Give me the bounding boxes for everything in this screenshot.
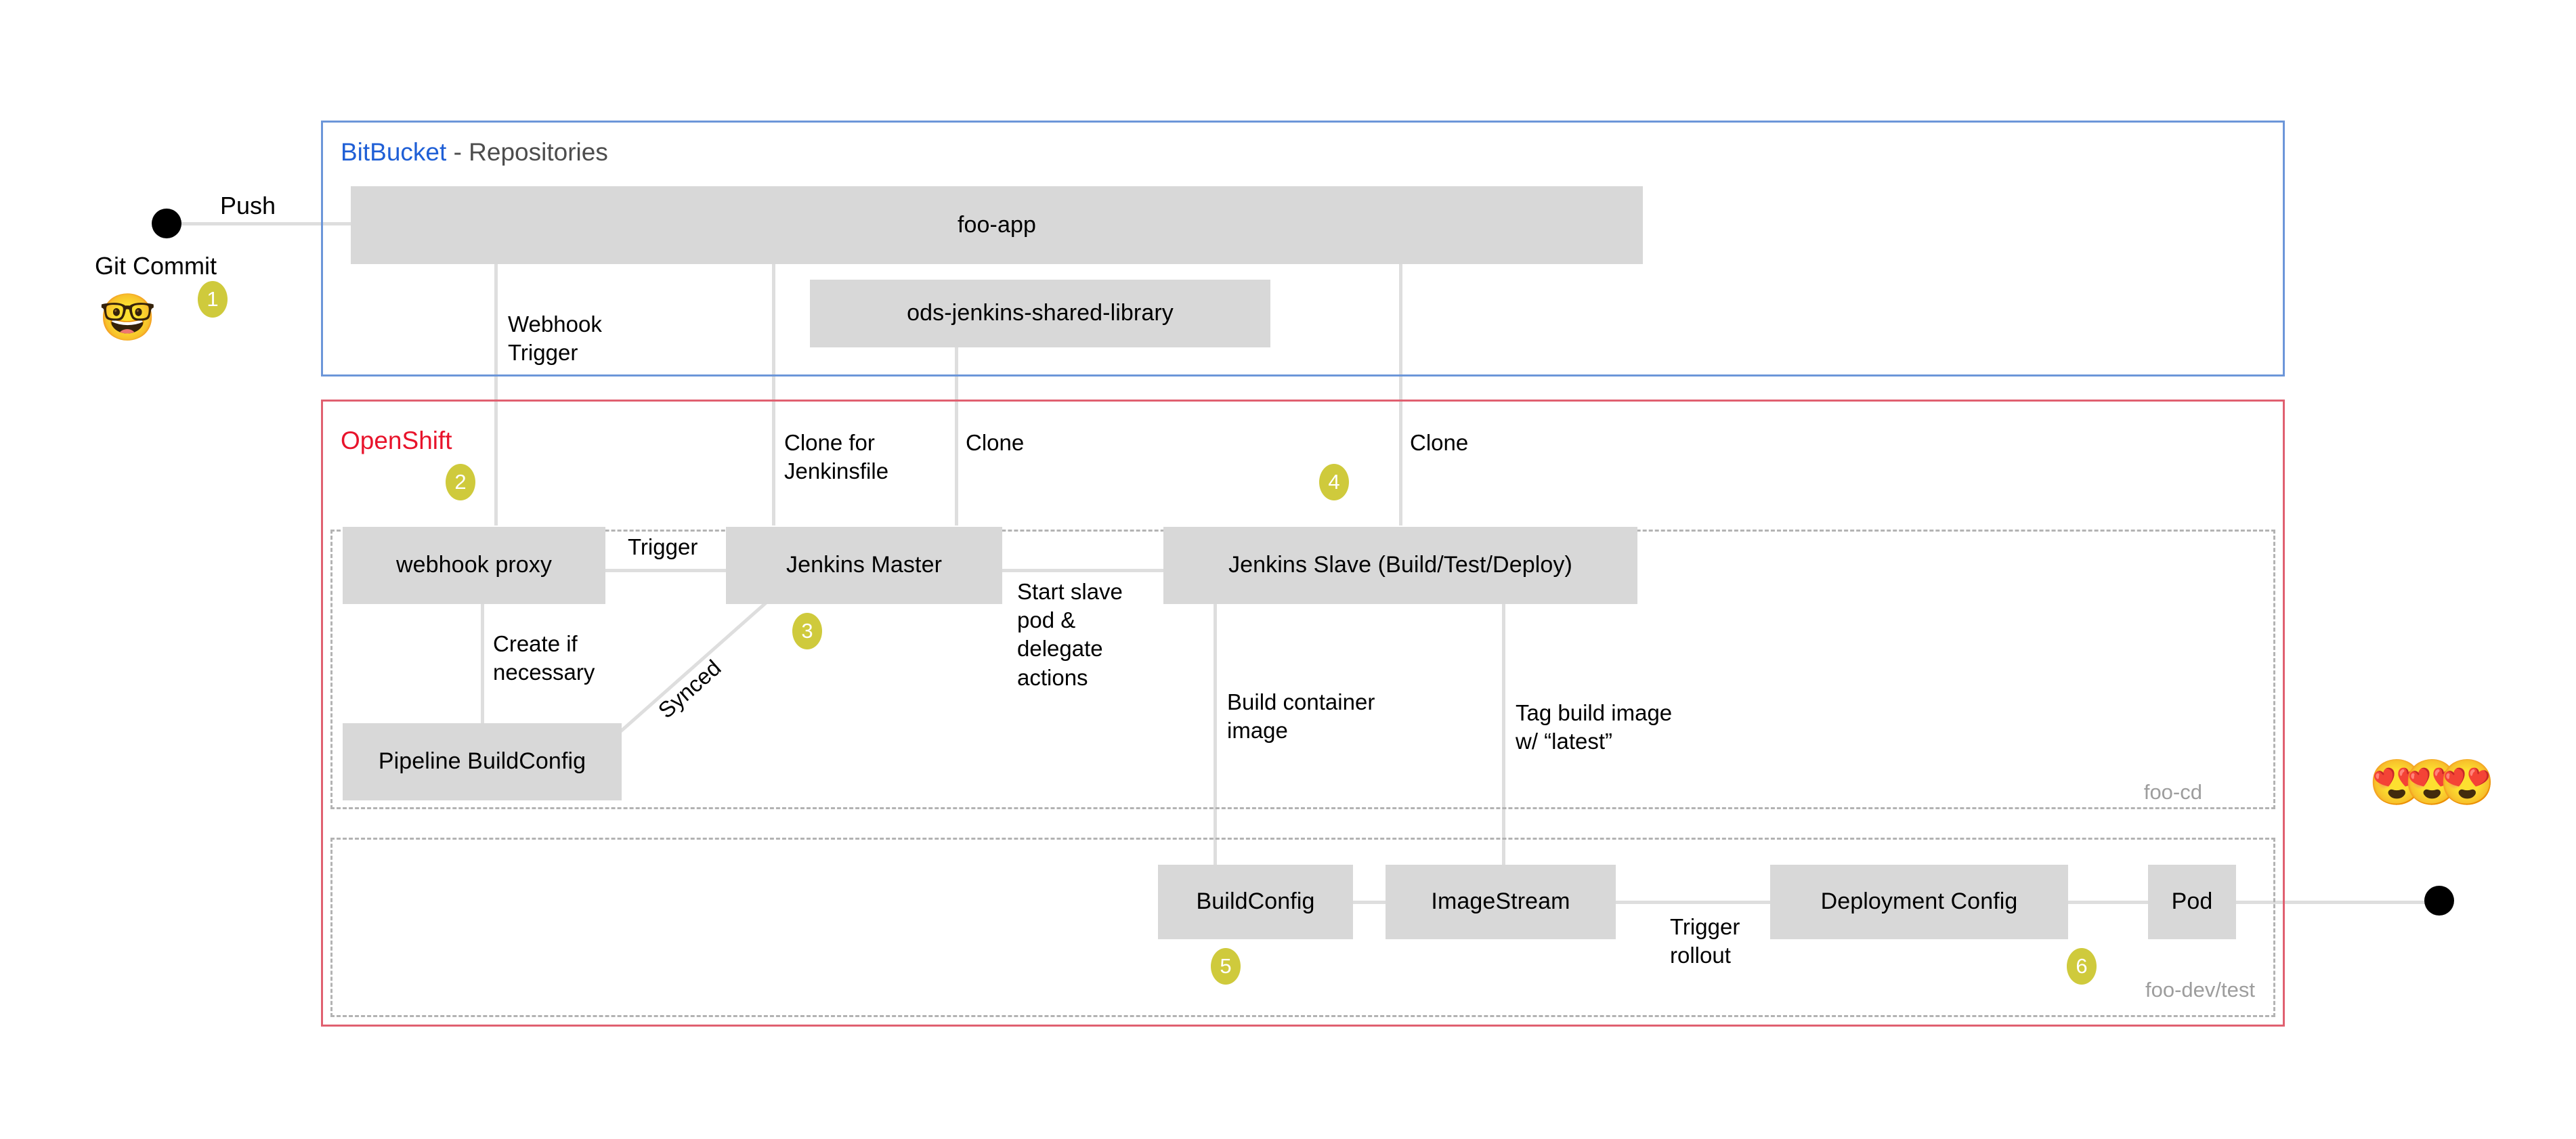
- happy-users-emoji: 😍😍😍: [2369, 757, 2495, 807]
- step-badge-2: 2: [446, 464, 475, 500]
- push-label: Push: [220, 192, 276, 219]
- edge-label-trigger-rollout: Trigger rollout: [1670, 914, 1740, 968]
- node-jenkins-master-label: Jenkins Master: [786, 552, 943, 578]
- step-badge-3: 3: [792, 613, 822, 649]
- step-badge-6: 6: [2067, 948, 2097, 985]
- bitbucket-title-rest: - Repositories: [446, 138, 608, 166]
- node-ods-jenkins-shared-library-label: ods-jenkins-shared-library: [907, 300, 1174, 326]
- node-pipeline-buildconfig[interactable]: Pipeline BuildConfig: [343, 723, 622, 800]
- node-foo-app[interactable]: foo-app: [351, 186, 1643, 264]
- git-committer-emoji: 🤓: [99, 292, 156, 343]
- node-deployment-config[interactable]: Deployment Config: [1770, 865, 2068, 939]
- edge-label-create-if-necessary: Create if necessary: [493, 631, 595, 685]
- bitbucket-brand-label: BitBucket: [341, 138, 447, 166]
- edge-label-clone-for-jenkinsfile: Clone for Jenkinsfile: [784, 430, 889, 484]
- node-jenkins-master[interactable]: Jenkins Master: [726, 527, 1002, 604]
- node-pod-label: Pod: [2171, 888, 2213, 915]
- node-pipeline-buildconfig-label: Pipeline BuildConfig: [378, 748, 586, 775]
- openshift-brand-label: OpenShift: [341, 427, 452, 454]
- openshift-title: OpenShift: [341, 428, 452, 453]
- node-deployment-config-label: Deployment Config: [1820, 888, 2018, 915]
- step-badge-4: 4: [1319, 464, 1349, 500]
- node-ods-jenkins-shared-library[interactable]: ods-jenkins-shared-library: [810, 280, 1270, 347]
- edge-label-tag-build-image: Tag build image w/ “latest”: [1516, 700, 1673, 754]
- node-webhook-proxy-label: webhook proxy: [396, 552, 552, 578]
- node-jenkins-slave-label: Jenkins Slave (Build/Test/Deploy): [1228, 552, 1572, 578]
- diagram-canvas: BitBucket - Repositories OpenShift foo-a…: [0, 0, 2576, 1139]
- edge-label-start-slave: Start slave pod & delegate actions: [1017, 579, 1123, 690]
- node-buildconfig[interactable]: BuildConfig: [1158, 865, 1353, 939]
- bitbucket-title: BitBucket - Repositories: [341, 139, 608, 165]
- git-commit-label: Git Commit: [95, 252, 217, 280]
- node-pod[interactable]: Pod: [2148, 865, 2236, 939]
- namespace-foo-cd-label: foo-cd: [2143, 780, 2202, 804]
- node-jenkins-slave[interactable]: Jenkins Slave (Build/Test/Deploy): [1163, 527, 1637, 604]
- end-user-dot: [2424, 886, 2454, 916]
- node-imagestream-label: ImageStream: [1431, 888, 1570, 915]
- step-badge-5: 5: [1211, 948, 1241, 985]
- namespace-foo-dev-test-label: foo-dev/test: [2145, 978, 2255, 1002]
- edge-label-trigger-master: Trigger: [623, 532, 703, 563]
- step-badge-1: 1: [198, 281, 228, 318]
- node-foo-app-label: foo-app: [957, 211, 1036, 238]
- edge-label-build-container-image: Build container image: [1227, 689, 1375, 744]
- edge-label-clone-a: Clone: [966, 430, 1025, 455]
- node-buildconfig-label: BuildConfig: [1196, 888, 1315, 915]
- node-imagestream[interactable]: ImageStream: [1386, 865, 1616, 939]
- edge-label-clone-b: Clone: [1410, 430, 1469, 455]
- edge-label-webhook-trigger: Webhook Trigger: [508, 311, 602, 366]
- git-commit-dot: [152, 209, 181, 238]
- node-webhook-proxy[interactable]: webhook proxy: [343, 527, 605, 604]
